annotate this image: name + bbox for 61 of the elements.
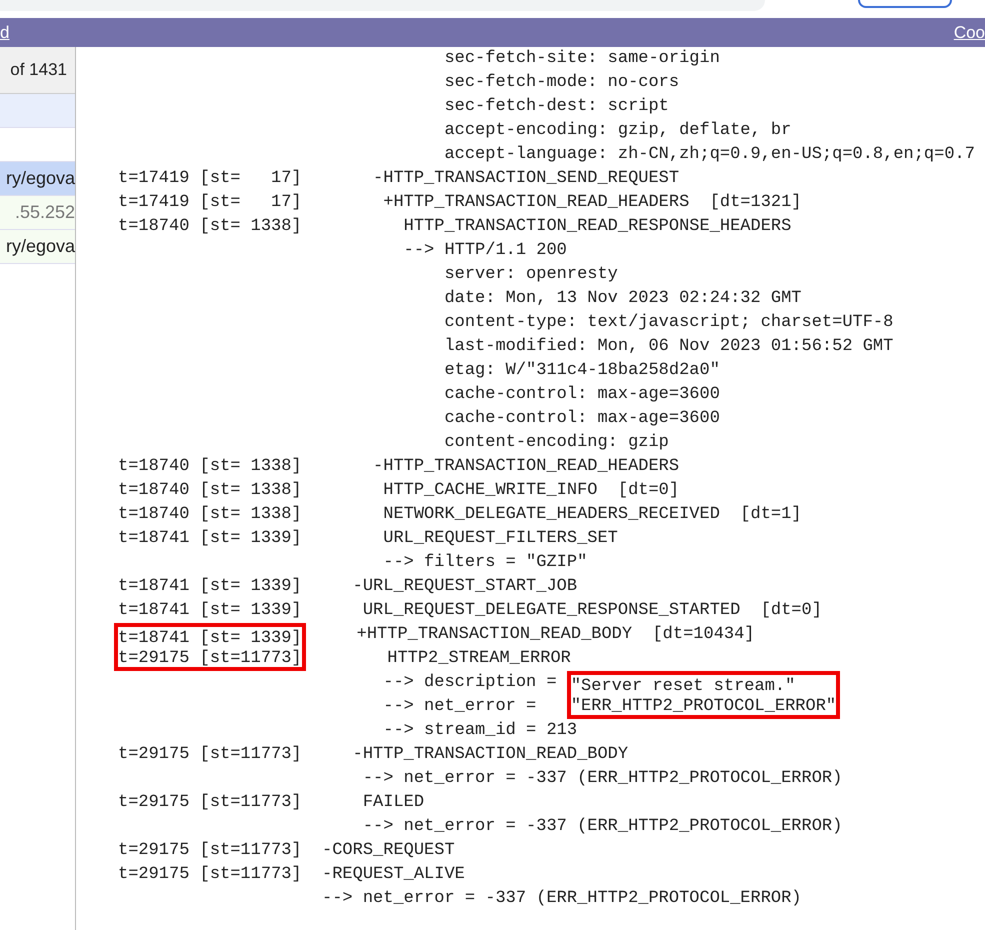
- log-text: content-encoding: gzip: [443, 432, 669, 454]
- log-time: t=18741 [st= 1339]: [118, 576, 302, 598]
- log-text: --> net_error =: [382, 696, 538, 718]
- log-text: HTTP2_STREAM_ERROR: [386, 648, 571, 670]
- log-text: --> description =: [382, 672, 558, 694]
- log-text: server: openresty: [443, 264, 618, 286]
- log-value: "Server reset stream.": [566, 671, 840, 695]
- log-text: HTTP_TRANSACTION_READ_RESPONSE_HEADERS: [402, 216, 792, 238]
- log-text: -CORS_REQUEST: [321, 840, 455, 862]
- log-text: last-modified: Mon, 06 Nov 2023 01:56:52 GMT: [443, 336, 894, 358]
- log-value: "ERR_HTTP2_PROTOCOL_ERROR": [566, 695, 840, 719]
- log-text: content-type: text/javascript; charset=UTF-8: [443, 312, 894, 334]
- log-text: sec-fetch-mode: no-cors: [443, 72, 680, 94]
- log-text: --> net_error = -337 (ERR_HTTP2_PROTOCOL_ERROR): [362, 816, 842, 838]
- log-text: -HTTP_TRANSACTION_SEND_REQUEST: [372, 168, 680, 190]
- list-row[interactable]: ry/egova: [0, 230, 75, 264]
- toolbar-button[interactable]: [858, 0, 952, 8]
- log-text: --> net_error = -337 (ERR_HTTP2_PROTOCOL_ERROR): [321, 888, 802, 910]
- log-text: URL_REQUEST_FILTERS_SET: [382, 528, 618, 550]
- log-text: URL_REQUEST_DELEGATE_RESPONSE_STARTED [dt=0]: [362, 600, 822, 622]
- log-time: t=29175 [st=11773]: [118, 840, 302, 862]
- log-text: -HTTP_TRANSACTION_READ_BODY: [352, 744, 628, 766]
- log-time: t=18740 [st= 1338]: [118, 504, 302, 526]
- log-text: +HTTP_TRANSACTION_READ_HEADERS [dt=1321]: [382, 192, 802, 214]
- log-text: HTTP_CACHE_WRITE_INFO [dt=0]: [382, 480, 680, 502]
- log-text: sec-fetch-site: same-origin: [443, 48, 720, 70]
- log-text: accept-language: zh-CN,zh;q=0.9,en-US;q=0.8,en;q=0.7: [443, 144, 975, 166]
- log-text: cache-control: max-age=3600: [443, 408, 720, 430]
- log-text: +HTTP_TRANSACTION_READ_BODY [dt=10434]: [356, 624, 754, 646]
- log-time: t=17419 [st= 17]: [118, 168, 302, 190]
- log-text: date: Mon, 13 Nov 2023 02:24:32 GMT: [443, 288, 802, 310]
- log-text: FAILED: [362, 792, 424, 814]
- log-text: sec-fetch-dest: script: [443, 96, 669, 118]
- list-row[interactable]: ry/egova: [0, 162, 75, 196]
- nav-link[interactable]: d: [0, 22, 10, 42]
- log-time: t=18741 [st= 1339]: [118, 600, 302, 622]
- list-row[interactable]: .55.252: [0, 196, 75, 230]
- log-text: etag: W/"311c4-18ba258d2a0": [443, 360, 720, 382]
- page-count: of 1431: [0, 47, 75, 94]
- log-text: -REQUEST_ALIVE: [321, 864, 465, 886]
- log-text: NETWORK_DELEGATE_HEADERS_RECEIVED [dt=1]: [382, 504, 802, 526]
- log-text: --> net_error = -337 (ERR_HTTP2_PROTOCOL_ERROR): [362, 768, 842, 790]
- log-time: t=18740 [st= 1338]: [118, 216, 302, 238]
- nav-link[interactable]: Coo: [954, 22, 985, 42]
- log-text: --> stream_id = 213: [382, 720, 578, 742]
- log-text: --> HTTP/1.1 200: [402, 240, 567, 262]
- log-time: t=18740 [st= 1338]: [118, 456, 302, 478]
- log-time: t=17419 [st= 17]: [118, 192, 302, 214]
- log-time: t=18741 [st= 1339]: [118, 528, 302, 550]
- log-text: -URL_REQUEST_START_JOB: [352, 576, 578, 598]
- list-row[interactable]: [0, 94, 75, 128]
- log-text: cache-control: max-age=3600: [443, 384, 720, 406]
- log-time: t=29175 [st=11773]: [114, 647, 306, 671]
- log-text: --> filters = "GZIP": [382, 552, 588, 574]
- log-time: t=29175 [st=11773]: [118, 744, 302, 766]
- log-time: t=18740 [st= 1338]: [118, 480, 302, 502]
- log-time: t=18741 [st= 1339]: [114, 623, 306, 647]
- log-text: accept-encoding: gzip, deflate, br: [443, 120, 792, 142]
- log-time: t=29175 [st=11773]: [118, 792, 302, 814]
- log-time: t=29175 [st=11773]: [118, 864, 302, 886]
- log-text: -HTTP_TRANSACTION_READ_HEADERS: [372, 456, 680, 478]
